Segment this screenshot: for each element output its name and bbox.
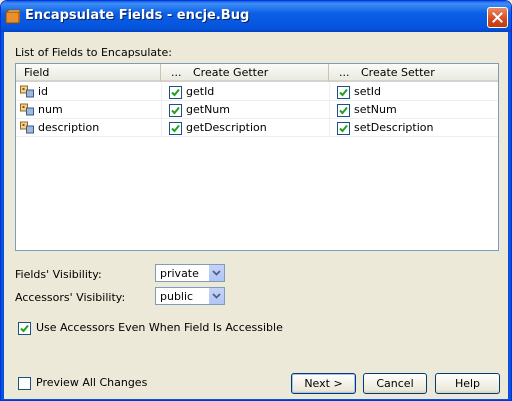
setter-select-all-dots[interactable]: ... [339, 64, 361, 81]
setter-checkbox[interactable] [337, 122, 350, 135]
table-header: Field ... Create Getter ... Create Setter [16, 64, 498, 82]
checkmark-icon [171, 106, 180, 115]
table-row[interactable]: num getNum setNum [16, 101, 498, 119]
accessors-visibility-label: Accessors' Visibility: [15, 291, 126, 304]
setter-name: setNum [354, 103, 397, 116]
preview-all-changes-label: Preview All Changes [36, 376, 148, 389]
encapsulate-fields-dialog: Encapsulate Fields - encje.Bug List of F… [0, 0, 512, 401]
netbeans-app-icon [5, 9, 20, 24]
checkmark-icon [171, 88, 180, 97]
setter-cell[interactable]: setDescription [329, 119, 498, 137]
fields-visibility-select[interactable]: private [155, 264, 225, 282]
checkmark-icon [339, 106, 348, 115]
field-cell[interactable]: description [16, 119, 161, 137]
use-accessors-label: Use Accessors Even When Field Is Accessi… [36, 321, 283, 334]
fields-list-label: List of Fields to Encapsulate: [15, 46, 172, 59]
accessors-visibility-value: public [160, 290, 194, 303]
setter-cell[interactable]: setId [329, 83, 498, 101]
field-name: description [38, 121, 100, 134]
checkmark-icon [339, 124, 348, 133]
column-header-field[interactable]: Field [16, 64, 161, 82]
setter-checkbox[interactable] [337, 86, 350, 99]
field-icon [20, 85, 34, 98]
field-icon [20, 103, 34, 116]
getter-checkbox[interactable] [169, 86, 182, 99]
column-header-create-setter[interactable]: ... Create Setter [329, 64, 498, 82]
getter-checkbox[interactable] [169, 122, 182, 135]
close-icon [492, 12, 503, 23]
table-row[interactable]: description getDescription setDescriptio… [16, 119, 498, 137]
field-cell[interactable]: id [16, 83, 161, 101]
setter-checkbox[interactable] [337, 104, 350, 117]
chevron-down-icon[interactable] [208, 265, 224, 281]
next-button[interactable]: Next > [291, 373, 356, 394]
fields-visibility-value: private [160, 267, 199, 280]
title-bar[interactable]: Encapsulate Fields - encje.Bug [1, 1, 511, 32]
table-row[interactable]: id getId setId [16, 83, 498, 101]
setter-name: setId [354, 85, 382, 98]
window-title: Encapsulate Fields - encje.Bug [25, 8, 250, 23]
field-name: num [38, 103, 63, 116]
fields-table[interactable]: Field ... Create Getter ... Create Setter … [15, 63, 499, 251]
window-frame-left [1, 32, 4, 400]
column-header-getter-label: Create Getter [193, 66, 269, 79]
window-frame-right [508, 32, 511, 400]
checkmark-icon [20, 324, 29, 333]
getter-cell[interactable]: getId [161, 83, 329, 101]
accessors-visibility-select[interactable]: public [155, 287, 225, 305]
field-icon [20, 121, 34, 134]
getter-checkbox[interactable] [169, 104, 182, 117]
column-header-setter-label: Create Setter [361, 66, 435, 79]
setter-cell[interactable]: setNum [329, 101, 498, 119]
use-accessors-checkbox[interactable] [18, 322, 31, 335]
use-accessors-option[interactable]: Use Accessors Even When Field Is Accessi… [18, 321, 283, 336]
getter-cell[interactable]: getDescription [161, 119, 329, 137]
getter-name: getId [186, 85, 215, 98]
getter-name: getDescription [186, 121, 267, 134]
checkmark-icon [339, 88, 348, 97]
cancel-button[interactable]: Cancel [363, 373, 427, 394]
getter-select-all-dots[interactable]: ... [171, 64, 193, 81]
fields-visibility-label: Fields' Visibility: [15, 268, 102, 281]
preview-all-changes-checkbox[interactable] [18, 377, 31, 390]
column-header-create-getter[interactable]: ... Create Getter [161, 64, 329, 82]
checkmark-icon [171, 124, 180, 133]
getter-cell[interactable]: getNum [161, 101, 329, 119]
close-button[interactable] [487, 7, 508, 28]
preview-all-changes-option[interactable]: Preview All Changes [18, 376, 148, 391]
chevron-down-icon[interactable] [208, 288, 224, 304]
field-name: id [38, 85, 49, 98]
setter-name: setDescription [354, 121, 434, 134]
field-cell[interactable]: num [16, 101, 161, 119]
help-button[interactable]: Help [435, 373, 500, 394]
getter-name: getNum [186, 103, 230, 116]
